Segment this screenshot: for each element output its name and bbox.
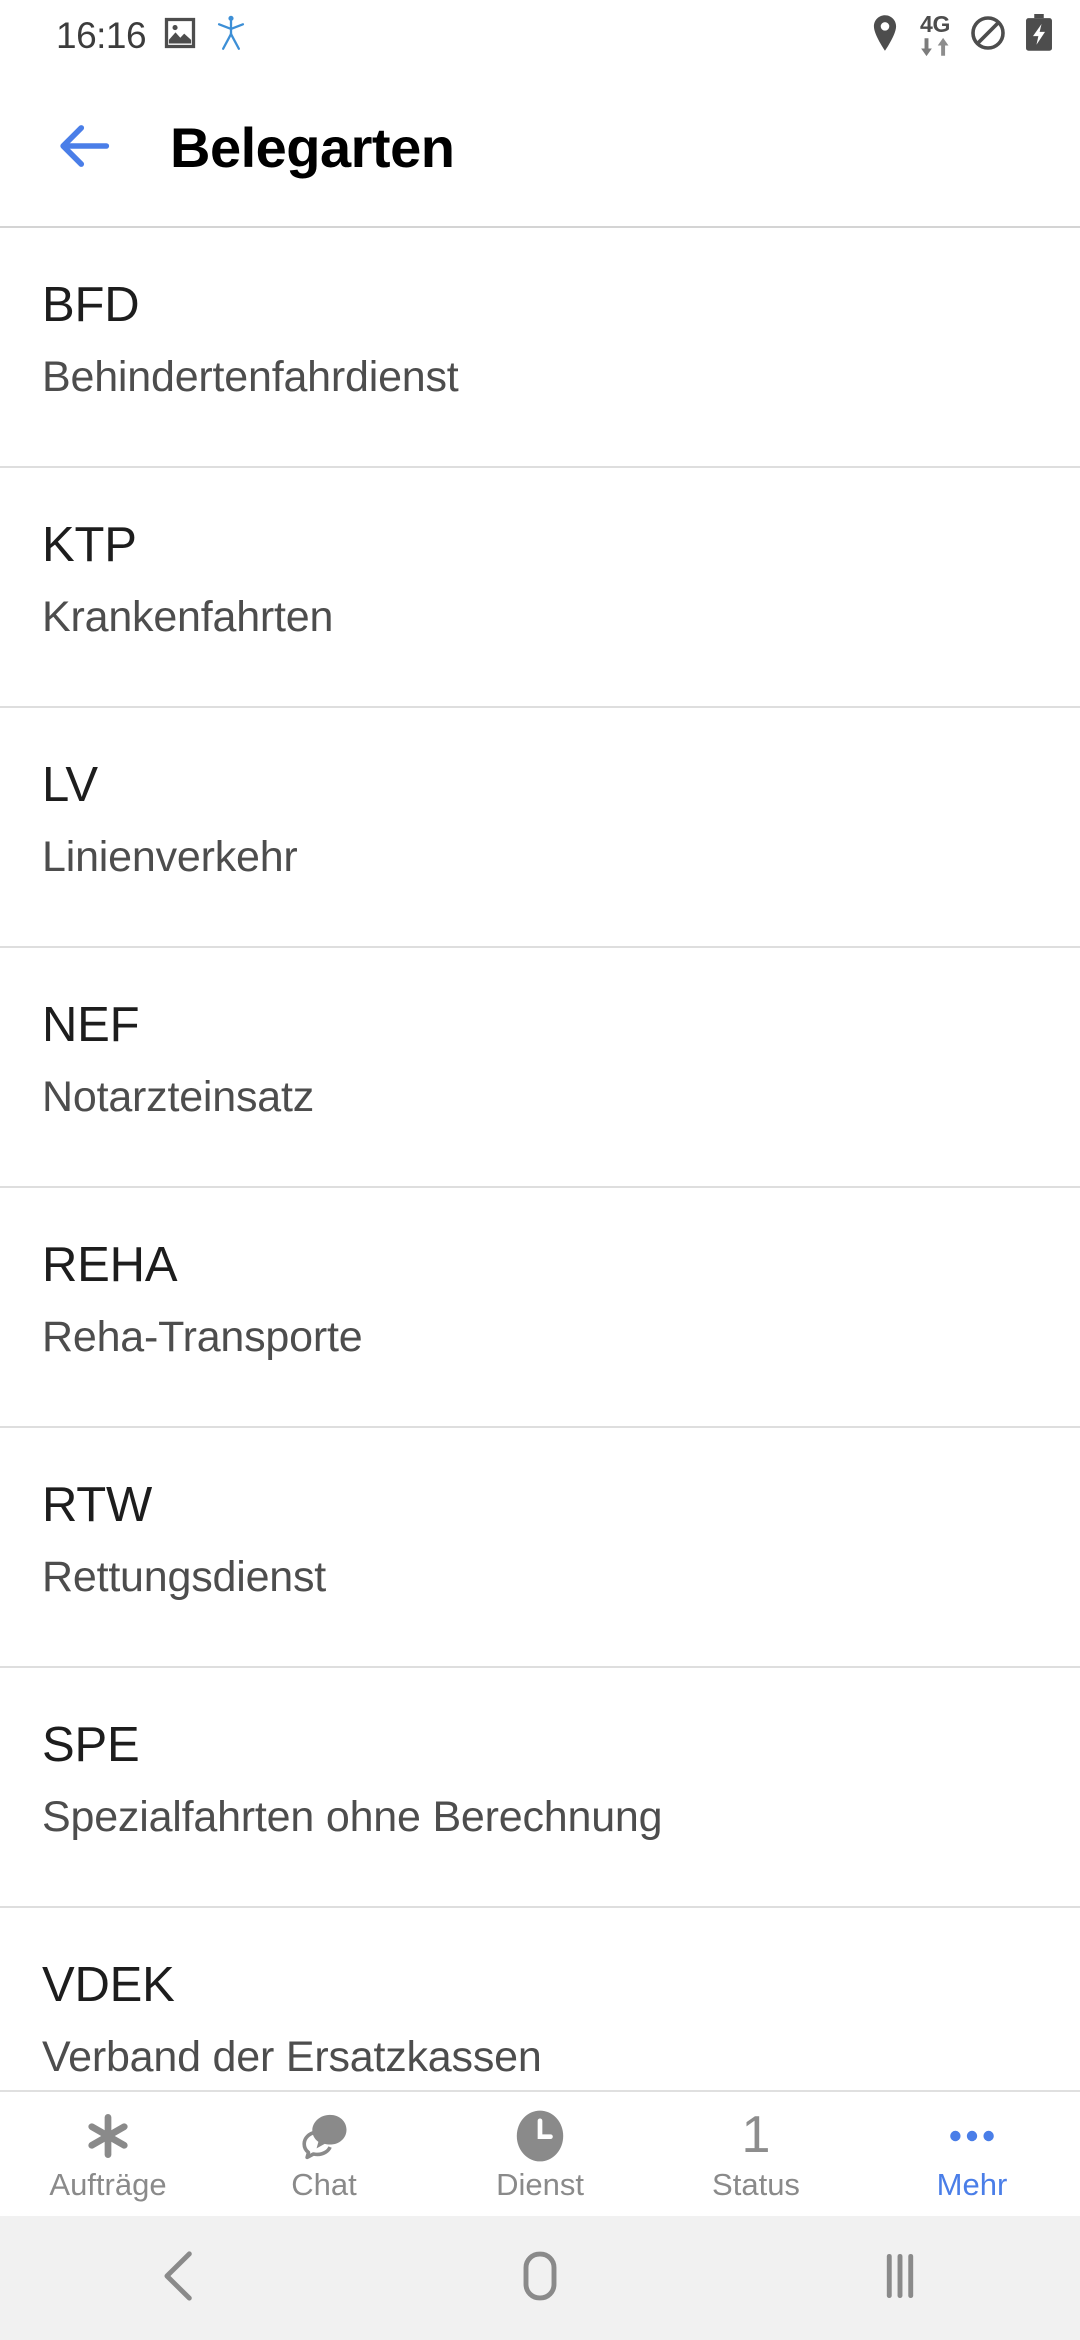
battery-charging-icon [1024, 13, 1054, 57]
list-item-description: Rettungsdienst [42, 1553, 327, 1602]
ellipsis-icon [945, 2109, 999, 2163]
list-item[interactable]: VDEK Verband der Ersatzkassen [0, 1908, 1080, 2090]
tab-chat[interactable]: Chat [216, 2092, 432, 2216]
list-item-code: REHA [42, 1238, 178, 1292]
4g-data-icon: 4G [918, 13, 952, 57]
tab-status[interactable]: 1 Status [648, 2092, 864, 2216]
status-bar: 16:16 4G [0, 0, 1080, 70]
list-item[interactable]: REHA Reha-Transporte [0, 1188, 1080, 1428]
stick-figure-icon [214, 14, 248, 57]
page-title: Belegarten [170, 116, 455, 179]
status-count: 1 [741, 2105, 771, 2164]
belegarten-list[interactable]: BFD Behindertenfahrdienst KTP Krankenfah… [0, 228, 1080, 2090]
tab-mehr[interactable]: Mehr [864, 2092, 1080, 2216]
recents-bars-icon [876, 2248, 924, 2309]
location-pin-icon [870, 14, 900, 57]
tab-dienst[interactable]: Dienst [432, 2092, 648, 2216]
tab-auftraege[interactable]: Aufträge [0, 2092, 216, 2216]
list-item-code: RTW [42, 1478, 153, 1532]
home-square-icon [516, 2248, 564, 2309]
status-bar-right: 4G [870, 13, 1054, 57]
tab-label: Status [712, 2166, 800, 2202]
android-navigation-bar [0, 2216, 1080, 2340]
list-item-description: Reha-Transporte [42, 1313, 363, 1362]
nav-home-button[interactable] [360, 2248, 720, 2309]
list-item-description: Behindertenfahrdienst [42, 353, 459, 402]
list-item-code: SPE [42, 1718, 140, 1772]
list-item-code: NEF [42, 998, 140, 1052]
chat-bubble-icon [297, 2109, 351, 2163]
list-item-code: LV [42, 758, 98, 812]
nav-back-button[interactable] [0, 2248, 360, 2309]
network-type-label: 4G [920, 11, 950, 37]
list-item-code: KTP [42, 518, 137, 572]
list-item[interactable]: NEF Notarzteinsatz [0, 948, 1080, 1188]
list-item[interactable]: SPE Spezialfahrten ohne Berechnung [0, 1668, 1080, 1908]
list-item[interactable]: KTP Krankenfahrten [0, 468, 1080, 708]
do-not-disturb-icon [970, 15, 1006, 56]
list-item[interactable]: RTW Rettungsdienst [0, 1428, 1080, 1668]
list-item[interactable]: LV Linienverkehr [0, 708, 1080, 948]
tab-label: Aufträge [49, 2166, 167, 2202]
status-number-badge: 1 [742, 2109, 771, 2163]
arrow-left-icon [53, 114, 117, 183]
bottom-tab-bar: Aufträge Chat Dienst 1 Status Mehr [0, 2090, 1080, 2216]
phone-screen: 16:16 4G Belegarten BFD Behindertenfahrd… [0, 0, 1080, 2340]
nav-recents-button[interactable] [720, 2248, 1080, 2309]
image-icon [162, 15, 198, 56]
status-bar-left: 16:16 [56, 14, 248, 57]
list-item-description: Verband der Ersatzkassen [42, 2033, 542, 2082]
list-item-description: Spezialfahrten ohne Berechnung [42, 1793, 663, 1842]
tab-label: Chat [291, 2166, 357, 2202]
back-button[interactable] [46, 109, 124, 187]
list-item-description: Notarzteinsatz [42, 1073, 315, 1122]
list-item-code: BFD [42, 278, 140, 332]
chevron-left-icon [156, 2248, 204, 2309]
app-bar: Belegarten [0, 70, 1080, 228]
tab-label: Mehr [936, 2166, 1008, 2202]
list-item-description: Linienverkehr [42, 833, 298, 882]
clock-icon [513, 2109, 567, 2163]
asterisk-icon [82, 2109, 134, 2163]
status-bar-clock: 16:16 [56, 14, 147, 56]
list-item-description: Krankenfahrten [42, 593, 334, 642]
list-item-code: VDEK [42, 1958, 175, 2012]
tab-label: Dienst [496, 2166, 584, 2202]
list-item[interactable]: BFD Behindertenfahrdienst [0, 228, 1080, 468]
